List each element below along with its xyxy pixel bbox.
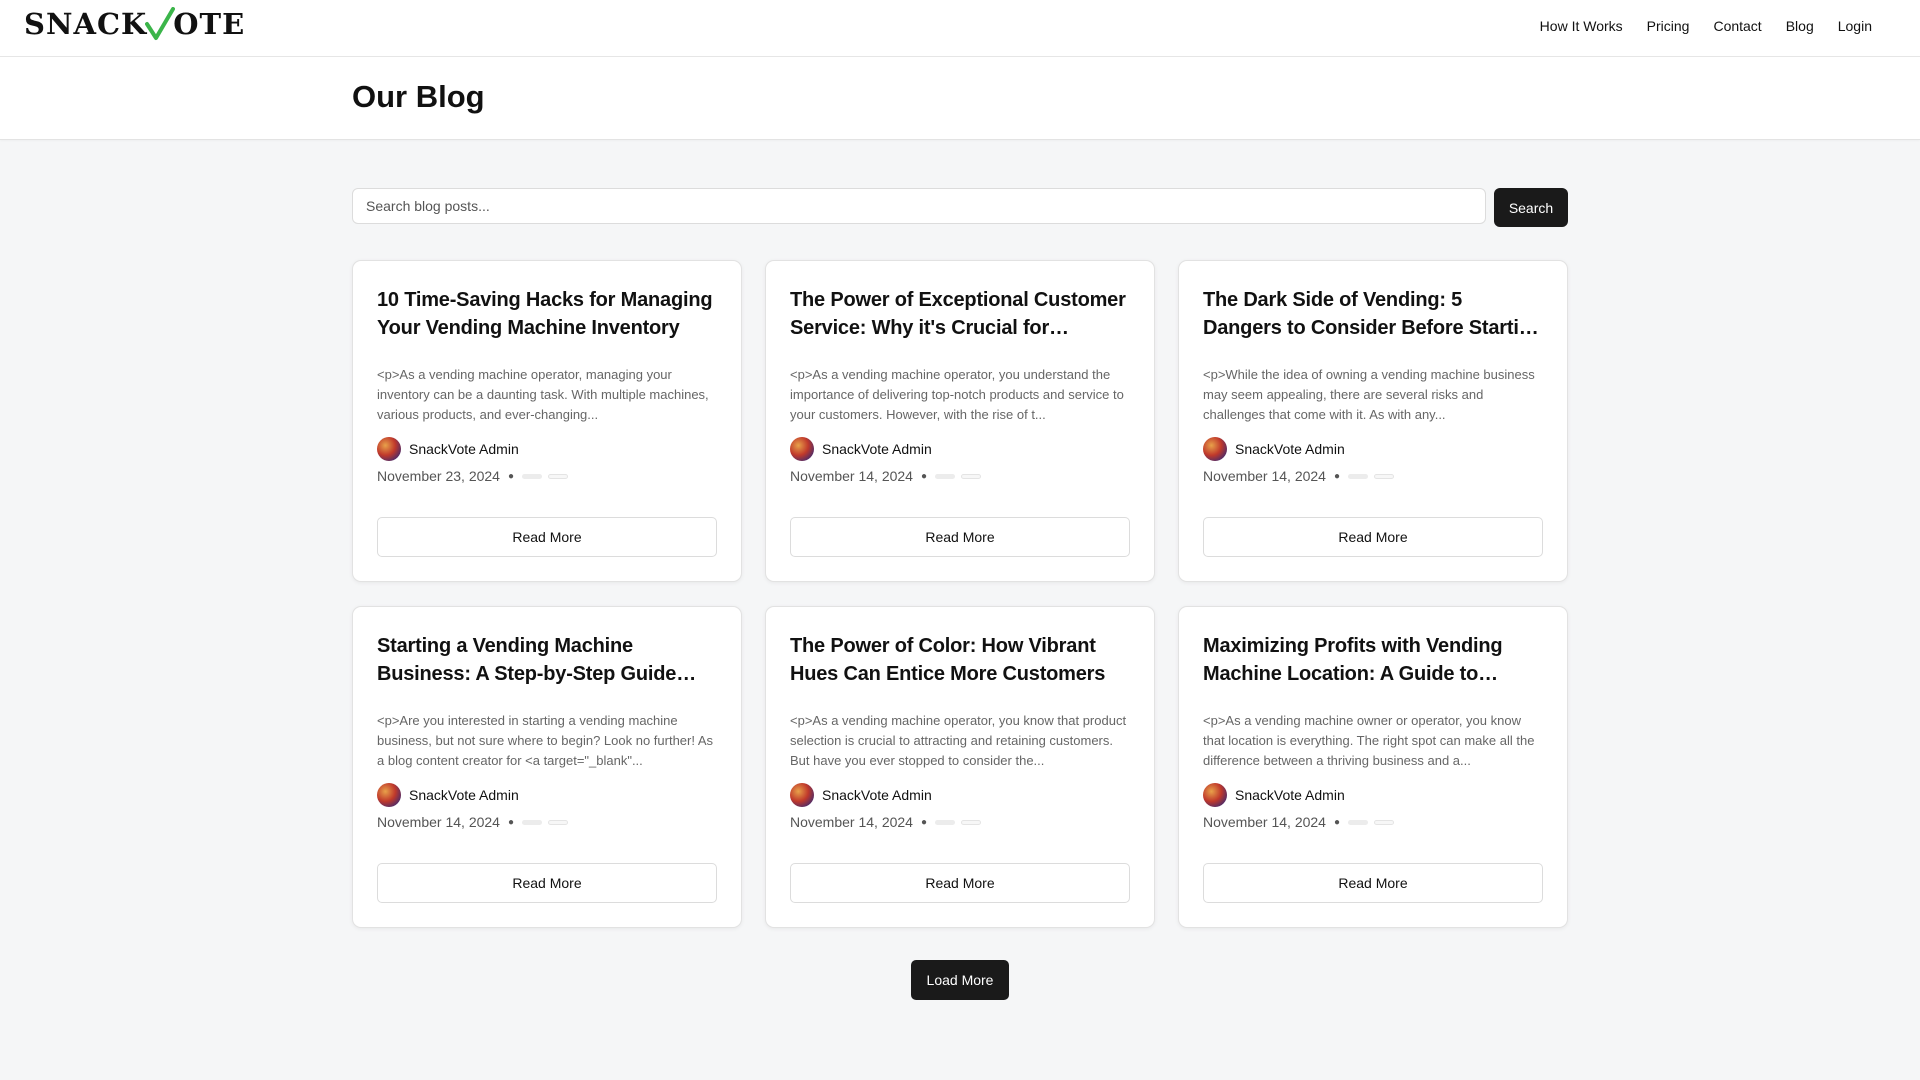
nav-link-contact[interactable]: Contact bbox=[1713, 18, 1761, 34]
author-row: SnackVote Admin bbox=[377, 783, 717, 807]
avatar bbox=[790, 783, 814, 807]
post-excerpt: <p>As a vending machine operator, you un… bbox=[790, 367, 1124, 422]
avatar bbox=[790, 437, 814, 461]
loading-placeholder bbox=[1348, 473, 1369, 479]
nav-links: How It Works Pricing Contact Blog Login bbox=[1528, 18, 1884, 34]
separator-dot: ● bbox=[920, 816, 928, 828]
loading-placeholder bbox=[522, 819, 543, 825]
post-date: November 14, 2024 bbox=[790, 468, 913, 484]
post-meta: November 14, 2024 ● bbox=[1203, 467, 1543, 485]
read-more-button[interactable]: Read More bbox=[1203, 517, 1543, 557]
avatar bbox=[377, 783, 401, 807]
nav-link-how-it-works[interactable]: How It Works bbox=[1540, 18, 1623, 34]
checkmark-icon bbox=[145, 7, 176, 40]
blog-post-card: The Dark Side of Vending: 5 Dangers to C… bbox=[1178, 260, 1568, 582]
post-date: November 23, 2024 bbox=[377, 468, 500, 484]
post-excerpt: <p>While the idea of owning a vending ma… bbox=[1203, 367, 1535, 422]
post-date: November 14, 2024 bbox=[1203, 814, 1326, 830]
logo-text-left: SNACK bbox=[24, 7, 148, 41]
read-more-button[interactable]: Read More bbox=[377, 517, 717, 557]
snackvote-logo[interactable]: SNACK OTE bbox=[24, 7, 245, 41]
post-excerpt: <p>As a vending machine operator, managi… bbox=[377, 367, 709, 422]
separator-dot: ● bbox=[1333, 816, 1341, 828]
blog-post-card: 10 Time-Saving Hacks for Managing Your V… bbox=[352, 260, 742, 582]
author-name: SnackVote Admin bbox=[822, 787, 932, 803]
nav-link-pricing[interactable]: Pricing bbox=[1647, 18, 1690, 34]
author-row: SnackVote Admin bbox=[377, 437, 717, 461]
separator-dot: ● bbox=[920, 470, 928, 482]
post-meta: November 14, 2024 ● bbox=[1203, 813, 1543, 831]
nav-link-login[interactable]: Login bbox=[1838, 18, 1872, 34]
loading-placeholder bbox=[548, 473, 569, 479]
author-row: SnackVote Admin bbox=[790, 783, 1130, 807]
blog-post-card: Starting a Vending Machine Business: A S… bbox=[352, 606, 742, 928]
loading-placeholder bbox=[1374, 819, 1395, 825]
author-name: SnackVote Admin bbox=[822, 441, 932, 457]
separator-dot: ● bbox=[1333, 470, 1341, 482]
read-more-button[interactable]: Read More bbox=[1203, 863, 1543, 903]
author-name: SnackVote Admin bbox=[1235, 787, 1345, 803]
loading-placeholder bbox=[1348, 819, 1369, 825]
loading-placeholder bbox=[548, 819, 569, 825]
separator-dot: ● bbox=[507, 470, 515, 482]
blog-post-grid: 10 Time-Saving Hacks for Managing Your V… bbox=[352, 260, 1568, 928]
page-header: Our Blog bbox=[0, 57, 1920, 140]
read-more-button[interactable]: Read More bbox=[790, 517, 1130, 557]
loading-placeholder bbox=[961, 473, 982, 479]
author-row: SnackVote Admin bbox=[790, 437, 1130, 461]
avatar bbox=[1203, 783, 1227, 807]
blog-post-card: Maximizing Profits with Vending Machine … bbox=[1178, 606, 1568, 928]
nav-link-blog[interactable]: Blog bbox=[1786, 18, 1814, 34]
author-name: SnackVote Admin bbox=[1235, 441, 1345, 457]
read-more-button[interactable]: Read More bbox=[377, 863, 717, 903]
read-more-button[interactable]: Read More bbox=[790, 863, 1130, 903]
loading-placeholder bbox=[522, 473, 543, 479]
top-navbar: SNACK OTE How It Works Pricing Contact B… bbox=[0, 0, 1920, 57]
post-meta: November 23, 2024 ● bbox=[377, 467, 717, 485]
post-meta: November 14, 2024 ● bbox=[790, 467, 1130, 485]
post-title[interactable]: The Power of Exceptional Customer Servic… bbox=[790, 286, 1130, 342]
post-title[interactable]: The Dark Side of Vending: 5 Dangers to C… bbox=[1203, 286, 1543, 342]
author-row: SnackVote Admin bbox=[1203, 783, 1543, 807]
post-excerpt: <p>Are you interested in starting a vend… bbox=[377, 713, 714, 768]
author-name: SnackVote Admin bbox=[409, 441, 519, 457]
blog-post-card: The Power of Color: How Vibrant Hues Can… bbox=[765, 606, 1155, 928]
post-excerpt: <p>As a vending machine operator, you kn… bbox=[790, 713, 1127, 768]
search-button[interactable]: Search bbox=[1494, 188, 1568, 227]
logo-text-right: OTE bbox=[173, 7, 246, 41]
avatar bbox=[377, 437, 401, 461]
post-title[interactable]: The Power of Color: How Vibrant Hues Can… bbox=[790, 632, 1130, 688]
post-date: November 14, 2024 bbox=[790, 814, 913, 830]
blog-post-card: The Power of Exceptional Customer Servic… bbox=[765, 260, 1155, 582]
post-excerpt: <p>As a vending machine owner or operato… bbox=[1203, 713, 1535, 768]
loading-placeholder bbox=[961, 819, 982, 825]
author-row: SnackVote Admin bbox=[1203, 437, 1543, 461]
search-input[interactable] bbox=[352, 188, 1486, 224]
post-meta: November 14, 2024 ● bbox=[377, 813, 717, 831]
post-date: November 14, 2024 bbox=[377, 814, 500, 830]
page-title: Our Blog bbox=[352, 79, 485, 114]
load-more-button[interactable]: Load More bbox=[911, 960, 1009, 1000]
post-title[interactable]: Maximizing Profits with Vending Machine … bbox=[1203, 632, 1543, 688]
post-meta: November 14, 2024 ● bbox=[790, 813, 1130, 831]
post-date: November 14, 2024 bbox=[1203, 468, 1326, 484]
loading-placeholder bbox=[935, 473, 956, 479]
loading-placeholder bbox=[1374, 473, 1395, 479]
avatar bbox=[1203, 437, 1227, 461]
loading-placeholder bbox=[935, 819, 956, 825]
post-title[interactable]: 10 Time-Saving Hacks for Managing Your V… bbox=[377, 286, 717, 342]
search-bar: Search bbox=[352, 188, 1568, 227]
post-title[interactable]: Starting a Vending Machine Business: A S… bbox=[377, 632, 717, 688]
separator-dot: ● bbox=[507, 816, 515, 828]
author-name: SnackVote Admin bbox=[409, 787, 519, 803]
